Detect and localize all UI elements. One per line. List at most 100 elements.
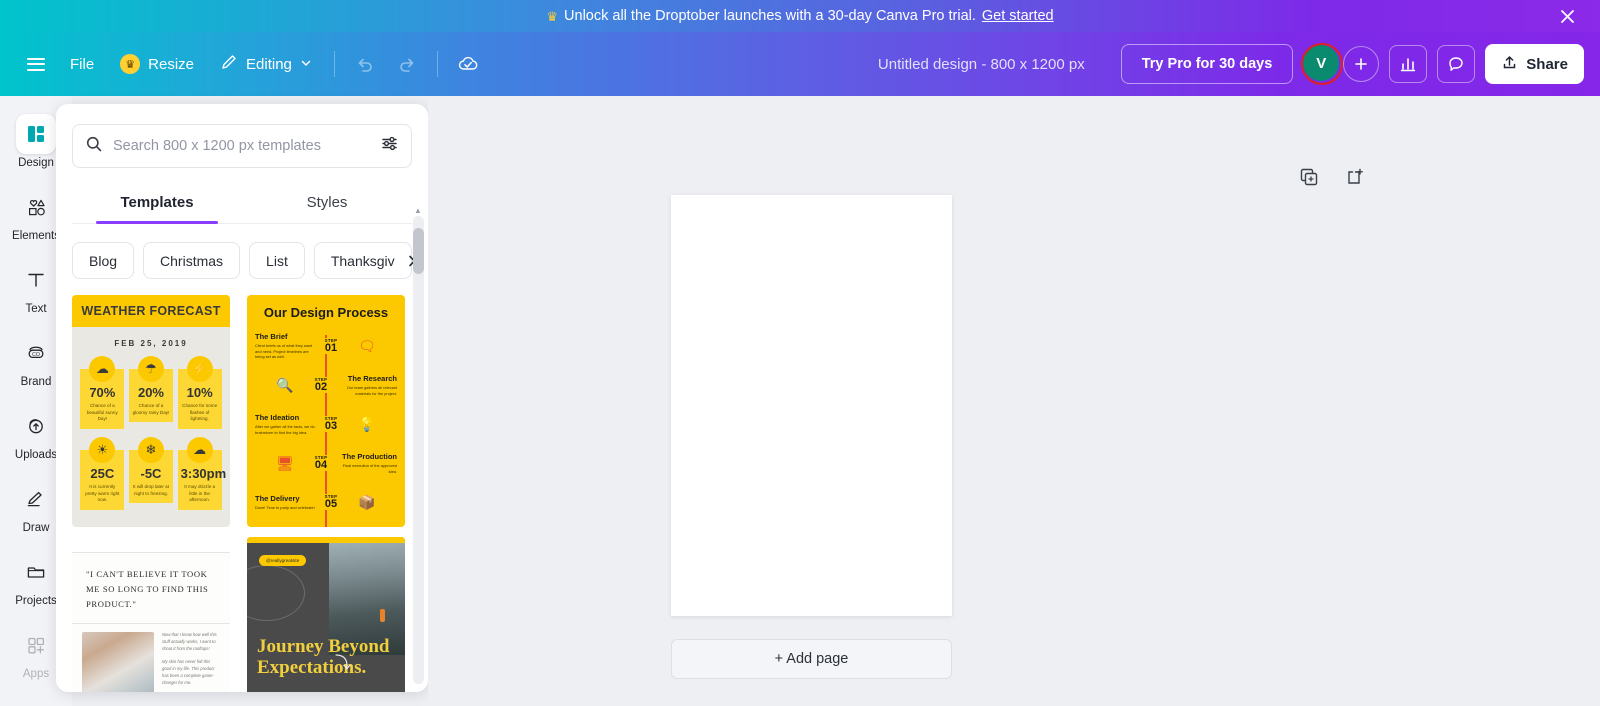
- editing-label: Editing: [246, 55, 292, 73]
- sidebar-item-label: Brand: [20, 376, 52, 388]
- process-step-number-block: STEP 01: [317, 338, 345, 354]
- process-step: The Production Final execution of the app…: [255, 447, 397, 479]
- weather-cell: ☁ 70% Chance of a beautiful sunny Day!: [80, 356, 125, 429]
- tab-styles[interactable]: Styles: [242, 184, 412, 223]
- promo-banner-text: Unlock all the Droptober launches with a…: [564, 8, 976, 24]
- tab-templates[interactable]: Templates: [72, 184, 242, 224]
- resize-button[interactable]: ♛ Resize: [108, 44, 206, 84]
- file-menu-button[interactable]: File: [58, 44, 106, 84]
- bar-chart-icon[interactable]: [1389, 45, 1428, 83]
- sidebar-item-label: Draw: [22, 522, 50, 534]
- chevron-down-icon: [300, 56, 312, 73]
- scrollbar-thumb[interactable]: [413, 228, 424, 274]
- search-bar[interactable]: [72, 124, 412, 168]
- process-step-number-block: STEP 03: [317, 416, 345, 432]
- page-tools: [1296, 164, 1368, 190]
- design-page-canvas[interactable]: [671, 195, 952, 616]
- upload-cloud-icon: [16, 406, 56, 446]
- svg-text:CO: CO: [32, 352, 40, 358]
- crown-icon: ♛: [120, 54, 141, 74]
- apps-grid-icon: [16, 625, 56, 665]
- design-process-template[interactable]: Our Design Process The Brief Client briefs…: [247, 295, 405, 527]
- share-upload-icon: [1501, 54, 1518, 75]
- promo-get-started-link[interactable]: Get started: [982, 8, 1054, 24]
- process-step: The Delivery Done! Time to party and cele…: [255, 486, 397, 518]
- undo-icon[interactable]: [345, 44, 385, 84]
- journey-swirl-decoration: [247, 565, 305, 621]
- arrow-icon: ⤵: [335, 655, 352, 672]
- add-page-button[interactable]: + Add page: [671, 639, 952, 679]
- canvas-area: + Add page: [428, 96, 1600, 706]
- sidebar-item-label: Projects: [15, 595, 57, 607]
- process-step-heading: The Brief: [255, 331, 288, 341]
- journey-travel-template[interactable]: @reallygreatsite ⤵ Journey Beyond Expectat…: [247, 537, 405, 692]
- journey-heading: Journey Beyond Expectations.: [257, 636, 390, 678]
- weather-value: 10%: [186, 385, 213, 400]
- weather-row: ☁ 70% Chance of a beautiful sunny Day! ☂ 20%…: [72, 356, 230, 429]
- journey-handle-badge: @reallygreatsite: [259, 555, 307, 566]
- template-date: FEB 25, 2019: [114, 339, 188, 348]
- quote-text: "I CAN'T BELIEVE IT TOOK ME SO LONG TO F…: [72, 553, 230, 625]
- draw-pen-icon: [16, 479, 56, 519]
- search-input[interactable]: [113, 138, 370, 154]
- process-step-text: The Research Our team gathers all relevan…: [335, 374, 397, 397]
- sidebar-item-label: Uploads: [14, 449, 58, 461]
- process-step-heading: The Ideation: [255, 412, 300, 422]
- add-page-icon[interactable]: [1342, 164, 1368, 190]
- process-step-number-block: STEP 02: [307, 377, 335, 393]
- caret-up-icon[interactable]: ▲: [414, 206, 422, 215]
- weather-condition-icon: ☂: [137, 356, 164, 382]
- process-step-heading: The Production: [342, 451, 397, 461]
- category-chip-blog[interactable]: Blog: [72, 242, 135, 279]
- category-chip-list[interactable]: List: [249, 242, 305, 279]
- weather-condition-icon: ⚡: [186, 356, 213, 382]
- comment-bubble-icon[interactable]: [1437, 45, 1476, 83]
- process-step-icon: 🗨: [358, 337, 376, 354]
- templates-panel: TemplatesStyles BlogChristmasListThanksg…: [56, 104, 428, 692]
- editing-mode-button[interactable]: Editing: [208, 44, 324, 84]
- filter-sliders-icon[interactable]: [380, 134, 399, 158]
- header-center-group: Untitled design - 800 x 1200 px: [488, 56, 1097, 73]
- editor-header: File ♛ Resize Editing Untitled design -: [0, 32, 1600, 96]
- panel-tabs: Templates Styles: [72, 184, 412, 224]
- weather-forecast-template[interactable]: WEATHER FORECAST FEB 25, 2019 ☁ 70% Chance o…: [72, 295, 230, 527]
- try-pro-button[interactable]: Try Pro for 30 days: [1120, 44, 1294, 84]
- document-title[interactable]: Untitled design - 800 x 1200 px: [866, 56, 1097, 73]
- text-t-icon: [16, 260, 56, 300]
- weather-cell: ☂ 20% Chance of a gloomy rainy Day!: [128, 356, 173, 429]
- product-quote-template[interactable]: "I CAN'T BELIEVE IT TOOK ME SO LONG TO F…: [72, 537, 230, 692]
- weather-caption: It will drop later at night to freezing.: [132, 483, 169, 496]
- process-step-number-block: STEP 05: [317, 494, 345, 510]
- process-step-icon: 🖥: [276, 454, 294, 471]
- category-chip-christmas[interactable]: Christmas: [143, 242, 241, 279]
- pencil-icon: [220, 53, 238, 75]
- promo-banner-content: ♛ Unlock all the Droptober launches with…: [546, 8, 1053, 24]
- category-chip-thanksgiv[interactable]: Thanksgiv: [313, 242, 412, 279]
- weather-condition-icon: ❄: [137, 436, 164, 463]
- promo-banner: ♛ Unlock all the Droptober launches with…: [0, 0, 1600, 32]
- duplicate-page-icon[interactable]: [1296, 164, 1322, 190]
- panel-scrollbar[interactable]: ▲: [413, 206, 424, 684]
- template-title: Our Design Process: [263, 305, 389, 320]
- avatar[interactable]: V: [1303, 45, 1340, 81]
- plus-icon[interactable]: [1343, 46, 1380, 82]
- redo-icon[interactable]: [387, 44, 427, 84]
- weather-cell: ❄ -5C It will drop later at night to freez…: [128, 436, 173, 510]
- close-icon[interactable]: [1556, 5, 1578, 27]
- process-step-text: The Delivery Done! Time to party and cele…: [255, 494, 317, 511]
- share-button[interactable]: Share: [1485, 44, 1584, 84]
- process-step-heading: The Delivery: [255, 493, 300, 503]
- cloud-check-icon[interactable]: [448, 44, 488, 84]
- sidebar-item-label: Apps: [22, 668, 50, 680]
- header-left-group: File ♛ Resize Editing: [16, 44, 488, 84]
- scrollbar-track[interactable]: [413, 216, 424, 684]
- process-step: The Brief Client briefs us of what they w…: [255, 330, 397, 362]
- hamburger-menu-icon[interactable]: [16, 44, 56, 84]
- weather-cell: ☀ 25C It is currently pretty warm right no…: [80, 436, 125, 510]
- process-step-heading: The Research: [347, 373, 397, 383]
- process-step-icon: 🔍: [276, 376, 294, 393]
- process-step-number: 03: [324, 420, 338, 432]
- journey-hiker-figure: [380, 609, 385, 622]
- process-step-number: 02: [314, 381, 328, 393]
- avatar-wrapper: V: [1301, 43, 1344, 85]
